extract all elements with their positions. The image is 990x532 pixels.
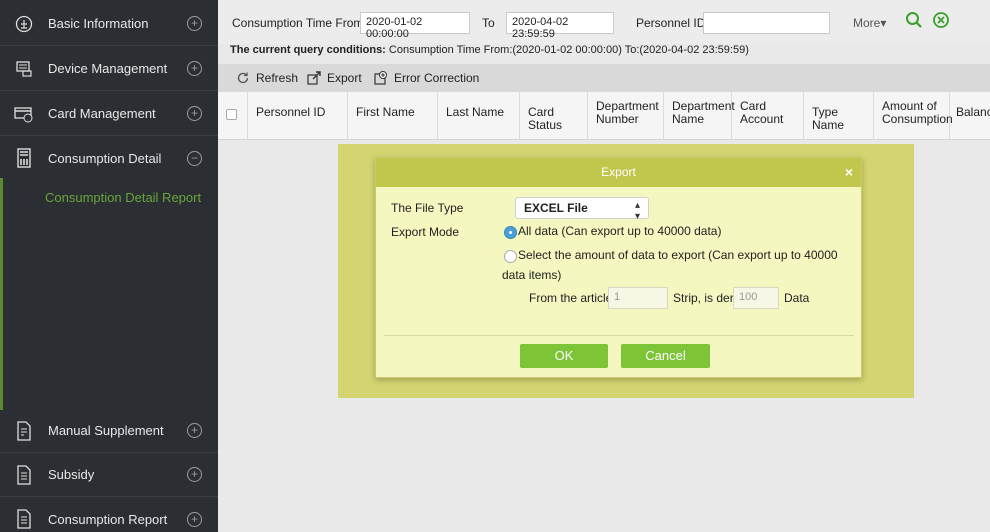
personnel-id-input[interactable] — [703, 12, 830, 34]
toolbar: Refresh Export Error Correction — [218, 64, 990, 92]
file-type-label: The File Type — [391, 201, 464, 215]
close-icon[interactable]: × — [845, 158, 853, 187]
card-icon — [14, 104, 34, 124]
consumption-detail-icon — [14, 148, 34, 168]
query-conditions-label: The current query conditions: — [230, 44, 386, 56]
error-correction-button[interactable]: Error Correction — [374, 71, 479, 85]
query-conditions: The current query conditions: Consumptio… — [230, 44, 749, 56]
from-article-input[interactable]: 1 — [608, 287, 668, 309]
column-header[interactable]: First Name — [348, 92, 438, 140]
dialog-title-text: Export — [601, 165, 636, 179]
column-header[interactable]: Department Number — [588, 92, 664, 140]
submenu: Consumption Detail Report — [0, 178, 218, 410]
column-header[interactable]: Card Account — [732, 92, 804, 140]
expand-icon[interactable]: + — [187, 511, 202, 527]
time-to-input[interactable]: 2020-04-02 23:59:59 — [506, 12, 614, 40]
expand-icon[interactable]: + — [187, 423, 202, 438]
divider — [384, 335, 854, 336]
export-mode-label: Export Mode — [391, 225, 460, 239]
option-all-data-label: All data (Can export up to 40000 data) — [518, 224, 722, 238]
time-from-label: Consumption Time From — [232, 16, 364, 30]
column-header[interactable]: Department Name — [664, 92, 735, 140]
export-dialog: Export × The File Type EXCEL File ▴ ▾ Exp… — [375, 157, 862, 378]
clear-icon[interactable] — [931, 11, 951, 31]
file-type-value: EXCEL File — [524, 201, 588, 215]
basic-info-icon — [14, 14, 34, 34]
export-icon — [307, 71, 321, 85]
file-type-select[interactable]: EXCEL File ▴ ▾ — [515, 197, 649, 222]
consumption-report-icon — [14, 509, 34, 529]
sidebar-item-device-management[interactable]: Device Management + — [0, 47, 218, 91]
option-select-amount-label: Select the amount of data to export (Can… — [502, 248, 838, 282]
column-header[interactable]: Last Name — [438, 92, 520, 140]
error-correction-label: Error Correction — [394, 71, 480, 85]
strip-count-input[interactable]: 100 — [733, 287, 779, 309]
sidebar-item-label: Basic Information — [48, 16, 149, 31]
column-header[interactable]: Card Status — [520, 92, 588, 140]
query-conditions-text: Consumption Time From:(2020-01-02 00:00:… — [385, 44, 749, 56]
cancel-button[interactable]: Cancel — [621, 344, 710, 368]
ok-button[interactable]: OK — [520, 344, 608, 368]
manual-supplement-icon — [14, 420, 34, 441]
sidebar-item-label: Device Management — [48, 61, 168, 76]
to-label: To — [482, 16, 495, 30]
column-header[interactable]: Personnel ID — [248, 92, 348, 140]
refresh-label: Refresh — [256, 71, 299, 85]
sidebar-item-card-management[interactable]: Card Management + — [0, 92, 218, 136]
device-icon — [14, 59, 34, 79]
select-arrows-icon: ▴ ▾ — [634, 200, 640, 222]
column-header[interactable]: Balance — [950, 92, 990, 140]
sidebar-subitem-consumption-detail-report[interactable]: Consumption Detail Report — [45, 190, 201, 205]
sidebar: Basic Information + Device Management + … — [0, 0, 218, 532]
sidebar-item-consumption-report[interactable]: Consumption Report + — [0, 497, 218, 532]
error-correction-icon — [374, 71, 387, 85]
search-icon[interactable] — [904, 11, 924, 31]
dialog-title: Export × — [376, 158, 861, 187]
sidebar-item-consumption-detail[interactable]: Consumption Detail − — [0, 136, 218, 180]
data-label: Data — [784, 291, 810, 305]
subsidy-icon — [14, 464, 34, 485]
sidebar-item-label: Consumption Detail — [48, 150, 162, 166]
expand-icon[interactable]: + — [187, 106, 202, 121]
expand-icon[interactable]: + — [187, 467, 202, 482]
refresh-button[interactable]: Refresh — [236, 71, 298, 85]
more-dropdown[interactable]: More▾ — [853, 16, 886, 30]
personnel-id-label: Personnel ID — [636, 16, 706, 30]
sidebar-item-label: Consumption Report — [48, 511, 168, 527]
sidebar-item-manual-supplement[interactable]: Manual Supplement + — [0, 409, 218, 453]
sidebar-item-label: Card Management — [48, 106, 156, 121]
expand-icon[interactable]: + — [187, 61, 202, 76]
export-button[interactable]: Export — [307, 71, 362, 85]
from-article-label: From the article — [529, 291, 613, 305]
sidebar-item-label: Subsidy — [48, 467, 95, 482]
column-header[interactable]: Type Name — [804, 92, 874, 140]
sidebar-item-label: Manual Supplement — [48, 423, 164, 438]
table-header: Personnel ID First Name Last Name Card S… — [218, 92, 990, 140]
column-header[interactable]: Amount of Consumption — [874, 92, 953, 140]
sidebar-item-subsidy[interactable]: Subsidy + — [0, 453, 218, 497]
time-from-input[interactable]: 2020-01-02 00:00:00 — [360, 12, 470, 40]
expand-icon[interactable]: + — [187, 16, 202, 31]
refresh-icon — [237, 72, 249, 84]
radio-all-data[interactable] — [504, 226, 517, 239]
search-bar: Consumption Time From 2020-01-02 00:00:0… — [218, 0, 990, 44]
select-all-cell — [218, 92, 248, 140]
collapse-icon[interactable]: − — [187, 150, 202, 166]
export-label: Export — [327, 71, 362, 85]
select-all-checkbox[interactable] — [226, 109, 237, 120]
sidebar-item-basic-information[interactable]: Basic Information + — [0, 2, 218, 46]
